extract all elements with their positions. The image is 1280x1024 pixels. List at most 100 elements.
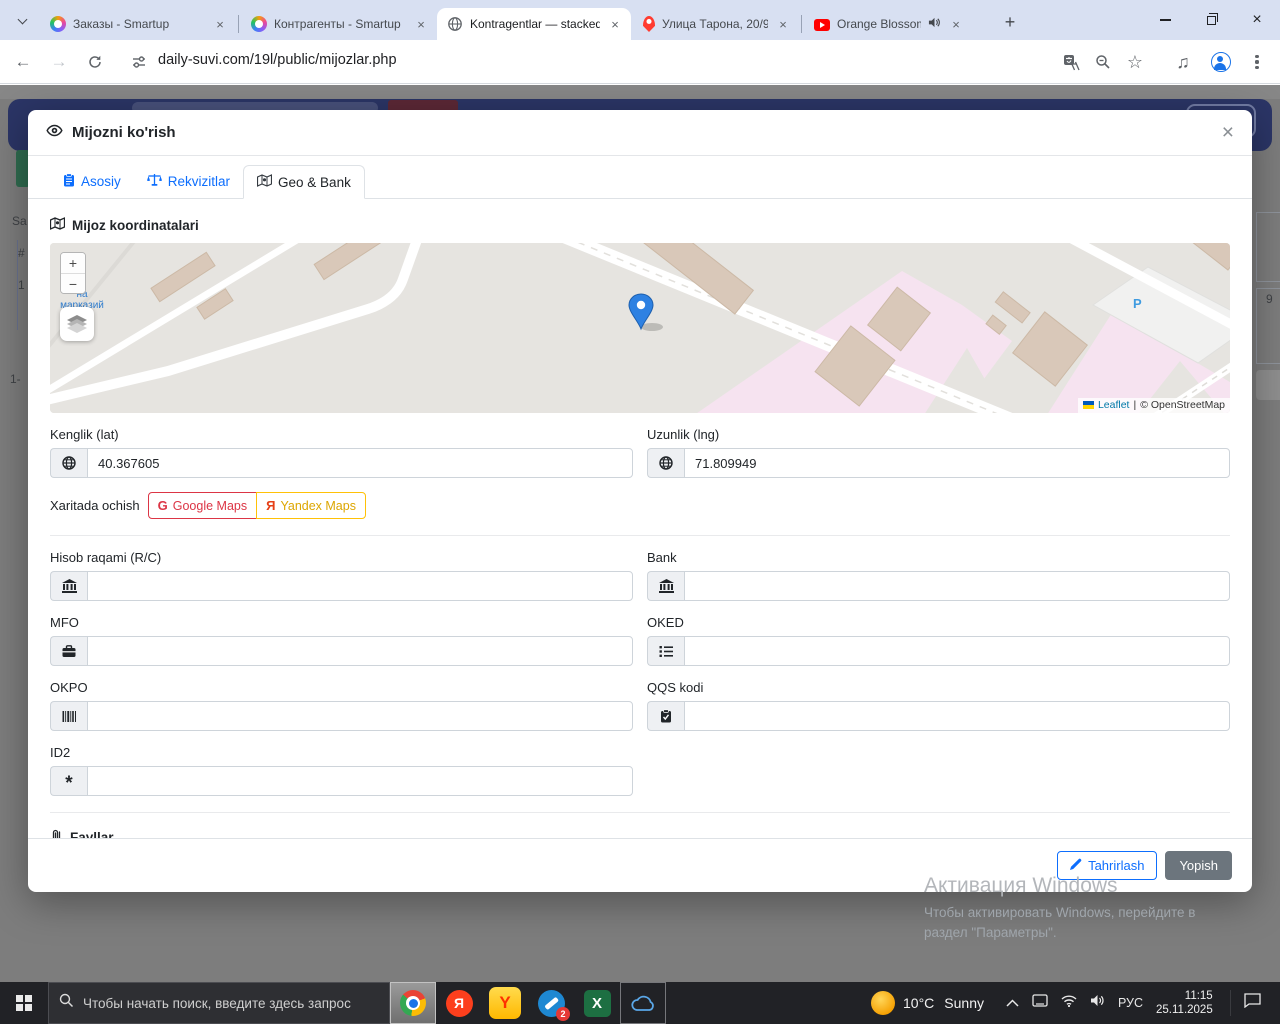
map-attribution: Leaflet | © OpenStreetMap [1077,398,1230,413]
tab-separator [801,15,802,33]
weather-temp: 10°C [903,995,935,1011]
language-indicator[interactable]: РУС [1118,996,1143,1010]
tab-search-chevron-icon[interactable] [10,10,34,32]
window-minimize-button[interactable] [1142,0,1188,40]
parking-label: P [1133,296,1142,311]
translate-icon[interactable] [1058,49,1084,75]
list-ordered-icon [647,636,684,666]
taskbar-search-input[interactable] [83,995,379,1011]
bg-fragment-text: 1- [10,372,21,386]
leaflet-link[interactable]: Leaflet [1098,399,1130,411]
menu-kebab-icon[interactable] [1244,49,1270,75]
tab-close-icon[interactable]: × [607,16,623,32]
browser-tab-2[interactable]: Контрагенты - Smartup × [241,8,437,40]
tab-label: Rekvizitlar [167,174,231,189]
oked-input[interactable] [684,636,1230,666]
smartup-favicon-icon [251,16,267,32]
yandex-maps-label: Yandex Maps [280,498,356,513]
modal-header: Mijozni ko'rish × [28,110,1252,156]
action-center-icon[interactable] [1244,993,1261,1013]
bg-table-line [17,240,18,330]
tab-title: Заказы - Smartup [73,17,170,31]
taskbar-search[interactable] [48,982,390,1024]
forward-icon[interactable]: → [46,49,72,75]
close-button[interactable]: Yopish [1165,851,1232,880]
tab-close-icon[interactable]: × [413,16,429,32]
site-settings-icon[interactable] [126,49,152,75]
pencil-icon [1070,858,1082,873]
globe-favicon-icon [447,16,463,32]
section-title: Mijoz koordinatalari [72,217,199,233]
edit-label: Tahrirlash [1088,858,1145,873]
map-links-group: G Google Maps Я Yandex Maps [147,492,366,519]
taskbar-yandex-app[interactable]: Y [482,982,528,1024]
reload-icon[interactable] [82,49,108,75]
cloud-icon [631,995,654,1011]
lat-label: Kenglik (lat) [50,427,119,442]
tab-close-icon[interactable]: × [948,16,964,32]
balance-scale-icon [146,173,162,190]
profile-avatar-icon[interactable] [1208,49,1234,75]
tab-rekvizitlar[interactable]: Rekvizitlar [134,165,243,198]
browser-tab-4[interactable]: Улица Тарона, 20/9 — Я × [631,8,799,40]
divider [50,812,1230,813]
new-tab-button[interactable]: + [996,8,1024,36]
browser-tab-1[interactable]: Заказы - Smartup × [40,8,236,40]
map-layers-control[interactable] [60,307,94,341]
window-restore-button[interactable] [1188,0,1234,40]
start-button[interactable] [0,982,48,1024]
bg-fragment-text: # [18,246,25,260]
briefcase-icon [50,636,87,666]
taskbar-cloud-app[interactable] [620,982,666,1024]
clipboard-check-icon [647,701,684,731]
qqs-input[interactable] [684,701,1230,731]
lng-input[interactable] [684,448,1230,478]
taskbar-yandex-browser[interactable]: Я [436,982,482,1024]
tab-asosiy[interactable]: Asosiy [50,165,134,198]
leaflet-map[interactable]: на марказий + − P Leaflet | © OpenStreet… [50,243,1230,413]
okpo-input[interactable] [87,701,633,731]
back-icon[interactable]: ← [10,49,36,75]
wifi-icon[interactable] [1061,994,1077,1012]
modal-footer: Tahrirlash Yopish [28,838,1252,892]
map-zoom-control: + − [60,252,86,294]
layers-icon [67,315,87,333]
lat-input[interactable] [87,448,633,478]
account-number-input[interactable] [87,571,633,601]
edit-button[interactable]: Tahrirlash [1057,851,1158,880]
tab-close-icon[interactable]: × [212,16,228,32]
zoom-icon[interactable] [1090,49,1116,75]
modal-close-icon[interactable]: × [1222,122,1234,143]
taskbar-excel[interactable]: X [574,982,620,1024]
window-close-button[interactable]: × [1234,0,1280,40]
osm-link[interactable]: © OpenStreetMap [1140,399,1225,411]
watermark-line: Чтобы активировать Windows, перейдите в … [924,905,1196,940]
dimmed-page-strip [0,85,1280,99]
volume-icon[interactable] [1090,994,1105,1012]
tray-chevron-icon[interactable] [1006,994,1019,1012]
bookmark-star-icon[interactable]: ☆ [1122,49,1148,75]
google-maps-button[interactable]: G Google Maps [147,492,258,519]
clipboard-icon [63,173,75,190]
bank-input[interactable] [684,571,1230,601]
tab-audio-icon[interactable] [928,16,941,32]
mfo-input[interactable] [87,636,633,666]
id2-input[interactable] [87,766,633,796]
tab-geo-bank[interactable]: Geo & Bank [243,165,365,199]
taskbar-chrome[interactable] [390,982,436,1024]
url-text[interactable]: daily-suvi.com/19l/public/mijozlar.php [158,52,397,68]
browser-tab-3-active[interactable]: Kontragentlar — stacked × [437,8,631,40]
taskbar-messenger[interactable]: 2 [528,982,574,1024]
yandex-maps-button[interactable]: Я Yandex Maps [256,492,366,519]
zoom-in-button[interactable]: + [61,253,85,273]
weather-widget[interactable]: 10°C Sunny [871,982,984,1024]
bank-icon [50,571,87,601]
tablet-mode-icon[interactable] [1032,994,1048,1012]
media-control-icon[interactable]: ♫ [1170,49,1196,75]
browser-tab-5[interactable]: Orange Blossom - Ya × [804,8,972,40]
zoom-out-button[interactable]: − [61,273,85,293]
tab-close-icon[interactable]: × [775,16,791,32]
client-view-modal: Mijozni ko'rish × Asosiy Rekvizitlar Geo… [28,110,1252,892]
clock[interactable]: 11:15 25.11.2025 [1156,989,1213,1017]
system-tray: РУС 11:15 25.11.2025 [1006,982,1267,1024]
